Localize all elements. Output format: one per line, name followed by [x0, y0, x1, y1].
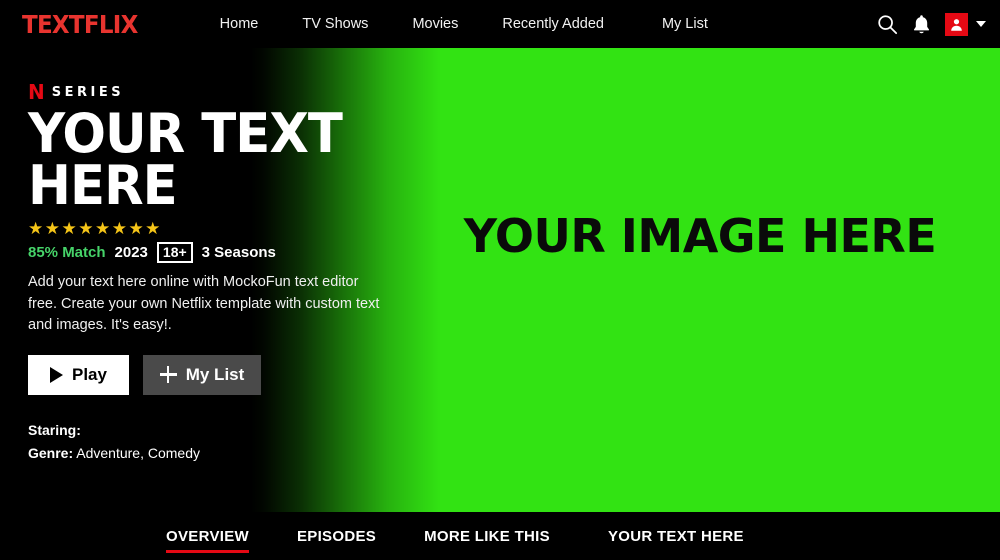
tab-your-text-here[interactable]: YOUR TEXT HERE [608, 528, 744, 545]
tab-more-like-this-label: MORE LIKE THIS [424, 527, 550, 545]
main-nav: Home TV Shows Movies Recently Added My L… [220, 16, 752, 32]
add-to-my-list-button[interactable]: My List [143, 354, 261, 395]
topbar-actions [876, 0, 986, 48]
release-year: 2023 [114, 243, 148, 261]
active-tab-underline [166, 549, 249, 553]
plus-icon [159, 366, 177, 384]
top-navigation-bar: TEXTFLIX Home TV Shows Movies Recently A… [0, 0, 1000, 48]
brand-logo[interactable]: TEXTFLIX [22, 10, 138, 39]
netflix-n-icon: N [28, 80, 45, 104]
hero-image-placeholder-text: YOUR IMAGE HERE [463, 209, 937, 263]
series-badge: N SERIES [28, 82, 418, 102]
genre-value: Adventure, Comedy [76, 445, 200, 462]
play-button[interactable]: Play [28, 354, 129, 395]
action-buttons: Play My List [28, 354, 418, 395]
series-label: SERIES [51, 84, 125, 100]
bell-icon[interactable] [912, 14, 931, 35]
play-button-label: Play [72, 364, 107, 384]
synopsis-text: Add your text here online with MockoFun … [28, 274, 380, 334]
nav-item-tv-shows[interactable]: TV Shows [302, 16, 368, 32]
credits-block: Staring: Genre: Adventure, Comedy [28, 419, 418, 467]
chevron-down-icon[interactable] [976, 21, 986, 27]
tab-overview-label: OVERVIEW [166, 527, 249, 545]
match-percentage: 85% Match [28, 243, 106, 261]
tab-your-text-here-label: YOUR TEXT HERE [607, 527, 744, 545]
tab-more-like-this[interactable]: MORE LIKE THIS [424, 528, 550, 545]
age-rating-badge: 18+ [156, 241, 193, 264]
hero-info-panel: N SERIES YOUR TEXT HERE ★★★★★★★★ 85% Mat… [28, 82, 418, 466]
nav-item-home[interactable]: Home [220, 16, 259, 32]
content-tab-bar: OVERVIEW EPISODES MORE LIKE THIS YOUR TE… [0, 512, 1000, 560]
search-icon[interactable] [876, 13, 898, 35]
my-list-button-label: My List [185, 364, 245, 384]
profile-avatar-icon[interactable] [945, 12, 968, 36]
tab-episodes[interactable]: EPISODES [297, 528, 376, 545]
tab-episodes-label: EPISODES [296, 527, 377, 545]
genre-row: Genre: Adventure, Comedy [28, 442, 418, 466]
star-rating: ★★★★★★★★ [28, 218, 162, 238]
nav-item-movies[interactable]: Movies [412, 16, 458, 32]
netflix-template-page: YOUR IMAGE HERE TEXTFLIX Home TV Shows M… [0, 0, 1000, 560]
tab-overview[interactable]: OVERVIEW [166, 527, 249, 553]
nav-item-recently-added[interactable]: Recently Added [502, 16, 604, 32]
nav-item-my-list[interactable]: My List [662, 16, 708, 32]
play-icon [50, 366, 63, 383]
staring-row: Staring: [28, 419, 418, 443]
season-count: 3 Seasons [201, 243, 276, 261]
genre-label: Genre: [28, 445, 74, 462]
staring-label: Staring: [28, 421, 81, 438]
page-title: YOUR TEXT HERE [28, 102, 343, 217]
meta-row: 85% Match 2023 18+ 3 Seasons [28, 241, 418, 264]
